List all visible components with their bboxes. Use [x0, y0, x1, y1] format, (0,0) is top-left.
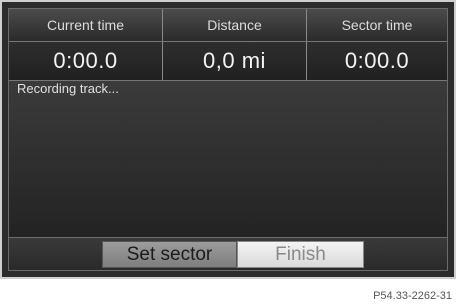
column-headers: Current time Distance Sector time	[9, 9, 447, 42]
recording-content-area: Recording track...	[9, 81, 447, 237]
finish-button[interactable]: Finish	[237, 241, 364, 268]
set-sector-button[interactable]: Set sector	[102, 241, 237, 268]
recording-screen: Current time Distance Sector time 0:00.0…	[0, 0, 456, 279]
bottom-menu-bar: Set sector Finish	[9, 237, 447, 270]
distance-header: Distance	[163, 9, 307, 41]
track-panel: Current time Distance Sector time 0:00.0…	[8, 8, 448, 271]
sector-time-header: Sector time	[341, 17, 413, 33]
status-text: Recording track...	[17, 81, 119, 96]
distance-value: 0,0 mi	[163, 42, 307, 80]
current-time-header: Current time	[9, 9, 163, 41]
current-time-value: 0:00.0	[9, 42, 163, 80]
sector-time-value: 0:00.0	[344, 48, 410, 73]
reference-code: P54.33-2262-31	[373, 290, 452, 302]
value-row: 0:00.0 0,0 mi 0:00.0	[9, 42, 447, 81]
